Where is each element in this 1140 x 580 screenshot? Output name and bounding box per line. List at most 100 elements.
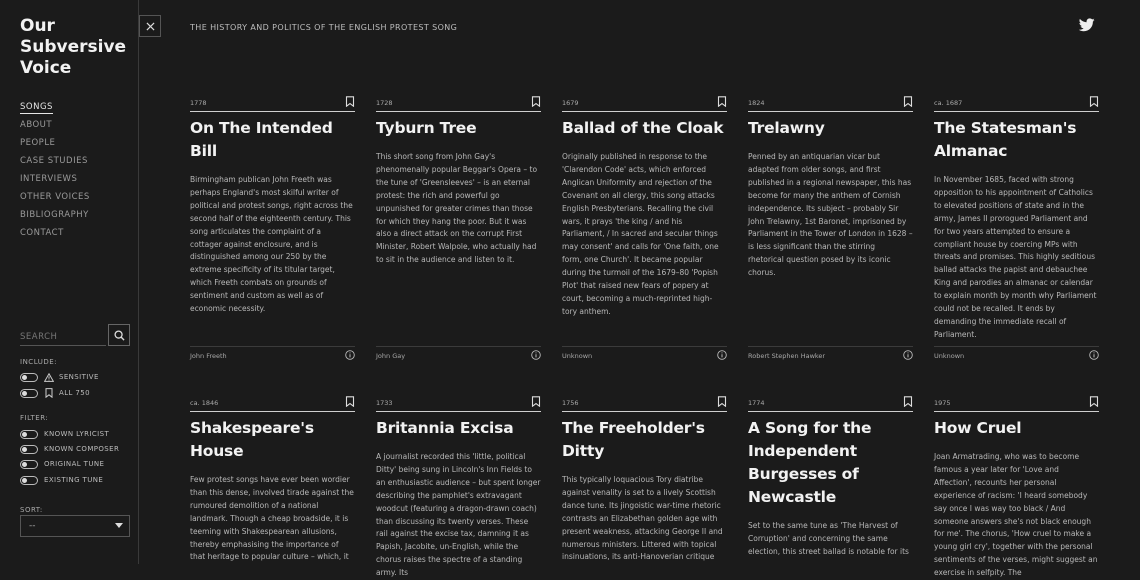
song-year: ca. 1846 [190,399,219,407]
bookmark-icon[interactable] [903,396,913,407]
song-title[interactable]: A Song for the Independent Burgesses of … [748,417,913,509]
include-label: INCLUDE: [20,358,58,366]
known-composer-toggle[interactable] [20,444,38,454]
bookmark-icon[interactable] [345,396,355,407]
page-header-title: THE HISTORY AND POLITICS OF THE ENGLISH … [190,23,458,32]
song-author[interactable]: Unknown [562,352,592,360]
song-year: 1774 [748,399,765,407]
info-icon[interactable] [903,350,913,360]
all-toggle[interactable] [20,388,38,398]
nav-item-case-studies[interactable]: CASE STUDIES [20,154,90,172]
song-card[interactable]: 1774 A Song for the Independent Burgesses… [748,396,913,559]
known-lyricist-toggle[interactable] [20,429,38,439]
song-title[interactable]: The Freeholder's Ditty [562,417,727,463]
card-footer: Robert Stephen Hawker [748,346,913,366]
bookmark-icon[interactable] [717,396,727,407]
song-year: 1778 [190,99,207,107]
nav-item-label: CONTACT [20,228,64,238]
song-title[interactable]: Shakespeare's House [190,417,355,463]
nav-item-label: OTHER VOICES [20,192,90,202]
card-header: ca. 1687 [934,96,1099,112]
song-title[interactable]: Tyburn Tree [376,117,541,140]
include-sensitive-row[interactable]: SENSITIVE [20,371,99,383]
song-author[interactable]: Unknown [934,352,964,360]
bookmark-icon[interactable] [531,396,541,407]
nav-item-other-voices[interactable]: OTHER VOICES [20,190,90,208]
info-icon[interactable] [345,350,355,360]
card-header: 1774 [748,396,913,412]
bookmark-icon[interactable] [531,96,541,107]
bookmark-icon[interactable] [1089,96,1099,107]
song-year: 1733 [376,399,393,407]
bookmark-icon[interactable] [1089,396,1099,407]
close-icon [145,21,155,31]
search-button[interactable] [108,324,130,346]
bookmark-icon[interactable] [345,96,355,107]
song-author[interactable]: John Gay [376,352,405,360]
song-title[interactable]: Britannia Excisa [376,417,541,440]
card-footer: Unknown [562,346,727,366]
card-header: ca. 1846 [190,396,355,412]
song-card[interactable]: 1733 Britannia Excisa A journalist recorde… [376,396,541,580]
sort-select[interactable]: -- [20,515,130,537]
nav-item-bibliography[interactable]: BIBLIOGRAPHY [20,208,90,226]
song-card[interactable]: 1975 How Cruel Joan Armatrading, who was t… [934,396,1099,580]
song-card[interactable]: 1728 Tyburn Tree This short song from John… [376,96,541,360]
card-header: 1778 [190,96,355,112]
song-author[interactable]: Robert Stephen Hawker [748,352,825,360]
song-card[interactable]: 1824 Trelawny Penned by an antiquarian vic… [748,96,913,360]
bookmark-icon [44,388,54,398]
twitter-icon[interactable] [1079,18,1095,32]
card-header: 1728 [376,96,541,112]
nav-item-interviews[interactable]: INTERVIEWS [20,172,90,190]
search-box [20,324,130,346]
song-description: Birmingham publican John Freeth was perh… [190,175,353,314]
song-title[interactable]: Ballad of the Cloak [562,117,727,140]
close-button[interactable] [139,15,161,37]
nav-item-songs[interactable]: SONGS [20,100,90,118]
nav-item-label: ABOUT [20,120,53,130]
song-description: Few protest songs have ever been wordier… [190,475,354,562]
nav-item-label: INTERVIEWS [20,174,78,184]
song-year: 1679 [562,99,579,107]
include-all-row[interactable]: ALL 750 [20,387,90,399]
filter-original-tune-row[interactable]: ORIGINAL TUNE [20,458,104,470]
song-description: This typically loquacious Tory diatribe … [562,475,723,562]
card-header: 1733 [376,396,541,412]
nav-item-contact[interactable]: CONTACT [20,226,90,244]
song-year: 1728 [376,99,393,107]
song-card[interactable]: 1679 Ballad of the Cloak Originally publis… [562,96,727,360]
song-card[interactable]: 1756 The Freeholder's Ditty This typically… [562,396,727,564]
sensitive-toggle[interactable] [20,372,38,382]
search-input[interactable] [20,324,106,346]
filter-known-composer-row[interactable]: KNOWN COMPOSER [20,443,119,455]
song-card[interactable]: ca. 1846 Shakespeare's House Few protest s… [190,396,355,564]
song-title[interactable]: Trelawny [748,117,913,140]
site-logo[interactable]: Our Subversive Voice [20,16,130,79]
bookmark-icon[interactable] [717,96,727,107]
nav-item-about[interactable]: ABOUT [20,118,90,136]
info-icon[interactable] [531,350,541,360]
bookmark-icon[interactable] [903,96,913,107]
known-composer-label: KNOWN COMPOSER [44,445,120,453]
song-year: ca. 1687 [934,99,963,107]
song-card[interactable]: ca. 1687 The Statesman's Almanac In Novemb… [934,96,1099,360]
song-title[interactable]: How Cruel [934,417,1099,440]
song-year: 1824 [748,99,765,107]
song-author[interactable]: John Freeth [190,352,227,360]
song-card[interactable]: 1778 On The Intended Bill Birmingham publi… [190,96,355,360]
filter-known-lyricist-row[interactable]: KNOWN LYRICIST [20,428,109,440]
sort-label: SORT: [20,506,43,514]
all-label: ALL 750 [59,389,90,397]
card-footer: Unknown [934,346,1099,366]
card-header: 1824 [748,96,913,112]
info-icon[interactable] [1089,350,1099,360]
song-description: Set to the same tune as 'The Harvest of … [748,521,909,556]
nav-item-people[interactable]: PEOPLE [20,136,90,154]
existing-tune-toggle[interactable] [20,475,38,485]
original-tune-toggle[interactable] [20,459,38,469]
song-title[interactable]: On The Intended Bill [190,117,355,163]
filter-existing-tune-row[interactable]: EXISTING TUNE [20,474,103,486]
info-icon[interactable] [717,350,727,360]
song-title[interactable]: The Statesman's Almanac [934,117,1099,163]
